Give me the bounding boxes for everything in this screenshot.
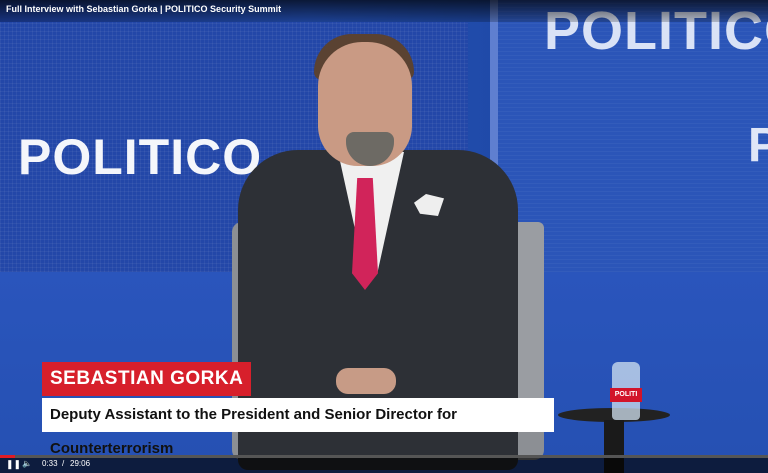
- politico-logo: POLITICO: [18, 129, 263, 185]
- bottle-label: POLITI: [610, 388, 642, 402]
- progress-fill: [0, 455, 15, 458]
- progress-bar[interactable]: [0, 455, 768, 458]
- volume-icon[interactable]: 🔈: [22, 459, 32, 468]
- pause-icon[interactable]: ❚❚: [6, 459, 21, 470]
- lower-third-name: SEBASTIAN GORKA: [42, 362, 252, 396]
- politico-logo-right: P: [748, 119, 768, 172]
- lower-third-title: Deputy Assistant to the President and Se…: [42, 398, 554, 457]
- video-title: Full Interview with Sebastian Gorka | PO…: [6, 4, 282, 14]
- duration: 29:06: [70, 459, 91, 468]
- video-frame[interactable]: POLITICO POLITICO P POLITI Full Intervie…: [0, 0, 768, 473]
- video-title-bar: Full Interview with Sebastian Gorka | PO…: [0, 0, 768, 22]
- current-time: 0:33: [42, 459, 58, 468]
- speaker-hands: [336, 368, 396, 394]
- time-separator: /: [62, 459, 65, 468]
